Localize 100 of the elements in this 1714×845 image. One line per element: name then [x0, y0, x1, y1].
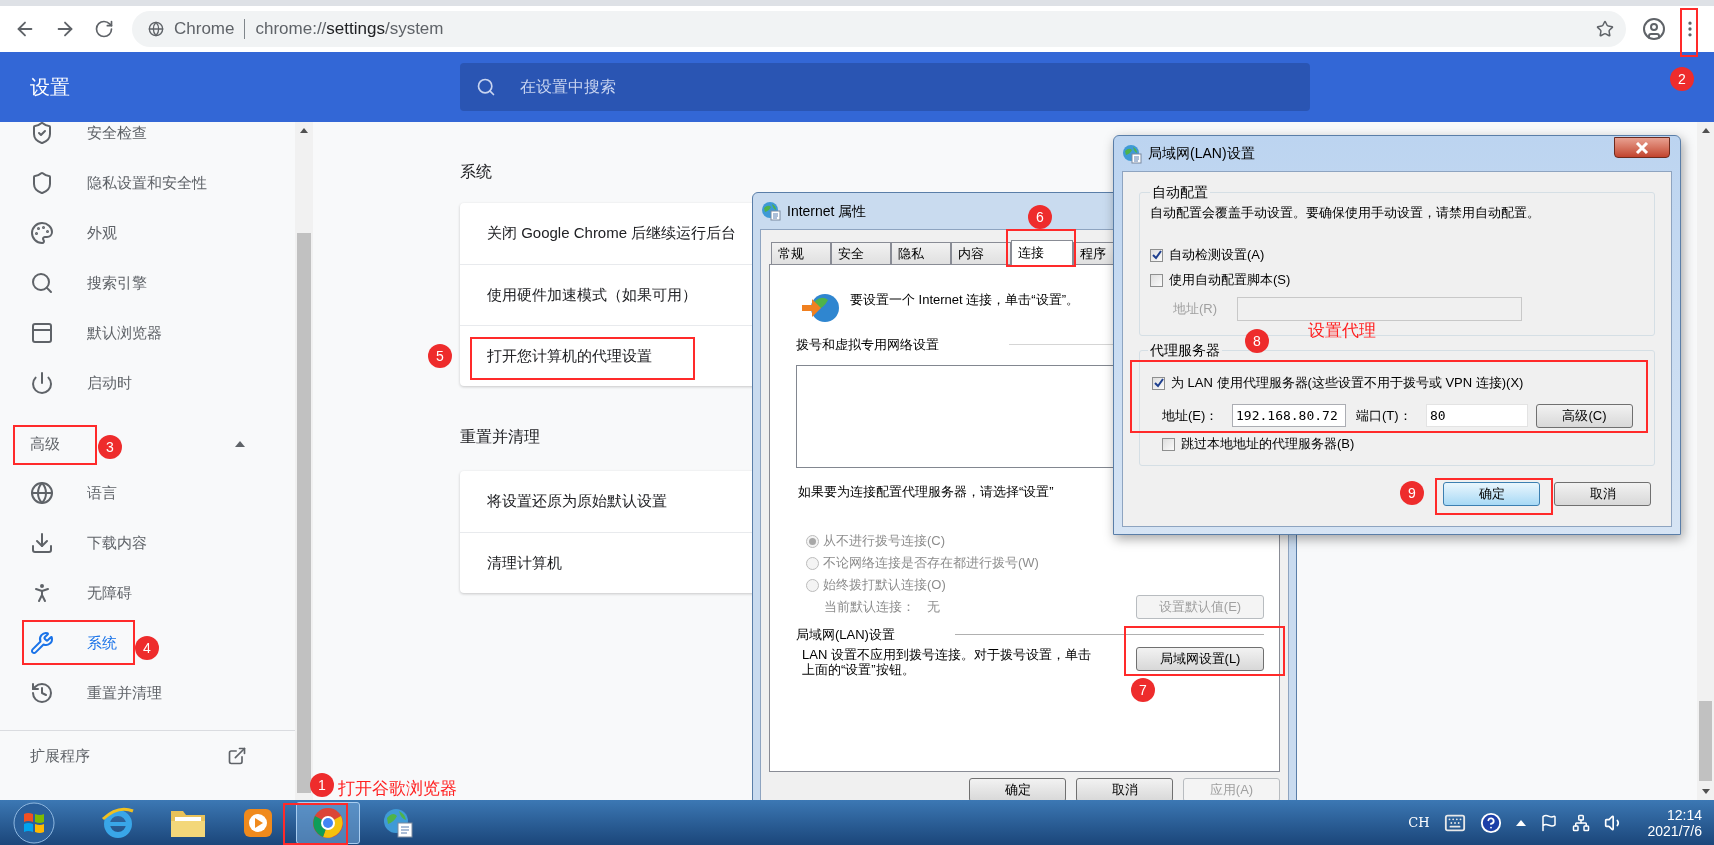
sidebar-item[interactable]: 下载内容	[87, 531, 147, 555]
sidebar-item-icon	[30, 531, 54, 555]
section-heading: 系统	[460, 162, 492, 182]
sidebar-item[interactable]: 默认浏览器	[87, 321, 162, 345]
advanced-button[interactable]: 高级(C)	[1536, 403, 1633, 428]
clock-time: 12:14	[1666, 806, 1702, 823]
checkbox-label: 自动检测设置(A)	[1169, 246, 1265, 265]
annotation-note: 打开谷歌浏览器	[338, 778, 457, 800]
tray-expand-icon[interactable]	[1515, 819, 1526, 826]
checkbox[interactable]	[1162, 437, 1175, 451]
scrollbar-thumb[interactable]	[1699, 701, 1712, 781]
settings-row-label[interactable]: 打开您计算机的代理设置	[487, 344, 652, 368]
start-button-icon[interactable]	[12, 800, 56, 845]
extensions-link[interactable]: 扩展程序	[30, 744, 227, 768]
browser-icon	[311, 805, 345, 840]
settings-row-label[interactable]: 清理计算机	[487, 551, 562, 575]
sidebar-item-icon	[30, 171, 54, 195]
radio-label: 从不进行拨号连接(C)	[823, 532, 946, 551]
sidebar-item[interactable]: 搜索引擎	[87, 271, 147, 295]
section-heading: 重置并清理	[460, 427, 540, 447]
advanced-toggle[interactable]: 高级	[30, 432, 60, 456]
taskbar-button[interactable]	[296, 801, 360, 844]
sidebar-item[interactable]: 安全检查	[87, 122, 147, 145]
profile-icon[interactable]	[1642, 17, 1666, 41]
url-text: chrome://settings/system	[255, 18, 444, 41]
site-icon	[148, 21, 164, 37]
description-text: 自动配置会覆盖手动设置。要确保使用手动设置，请禁用自动配置。	[1150, 204, 1541, 222]
lan-note-text: LAN 设置不应用到拨号连接。对于拨号设置，单击上面的“设置”按钮。	[802, 646, 1092, 677]
globe-arrow-icon	[802, 291, 840, 325]
proxy-hint-text: 如果要为连接配置代理服务器，请选择“设置”	[798, 482, 1055, 501]
checkbox[interactable]	[1150, 248, 1163, 262]
dialog-button[interactable]: 取消	[1076, 778, 1173, 802]
settings-row-label[interactable]: 将设置还原为原始默认设置	[487, 490, 667, 513]
settings-title: 设置	[29, 75, 71, 100]
lan-settings-button[interactable]: 局域网设置(L)	[1136, 646, 1264, 671]
dialog-icon	[761, 201, 781, 221]
site-name: Chrome	[174, 18, 235, 41]
close-icon	[1635, 141, 1649, 154]
settings-row-label[interactable]: 使用硬件加速模式（如果可用）	[487, 283, 697, 307]
external-link-icon[interactable]	[227, 746, 247, 766]
dialog-button[interactable]: 取消	[1554, 481, 1651, 506]
dialog-tab[interactable]: 安全	[831, 242, 891, 264]
address-bar[interactable]: Chrome chrome://settings/system	[132, 11, 1626, 47]
default-connection-label: 当前默认连接：	[824, 598, 915, 617]
scroll-up-arrow-icon[interactable]	[1701, 128, 1710, 133]
network-icon[interactable]	[1571, 813, 1590, 832]
sidebar-item-icon	[30, 371, 54, 395]
annotation-note: 设置代理	[1308, 320, 1376, 342]
scroll-up-arrow-icon[interactable]	[300, 128, 308, 133]
dialog-icon	[1122, 143, 1142, 164]
field-label: 端口(T)：	[1356, 406, 1413, 425]
dialog-tab[interactable]: 连接	[1011, 240, 1073, 265]
checkbox[interactable]	[1152, 376, 1165, 390]
settings-row-label[interactable]: 关闭 Google Chrome 后继续运行后台	[487, 222, 737, 245]
radio-label: 始终拨打默认连接(O)	[823, 576, 946, 595]
search-icon	[476, 77, 496, 97]
dialog-tab[interactable]: 常规	[771, 242, 831, 264]
sidebar-item-icon	[30, 321, 54, 345]
dialog-button[interactable]: 确定	[969, 778, 1066, 802]
checkbox-label: 跳过本地地址的代理服务器(B)	[1181, 435, 1355, 454]
dialog-title: Internet 属性	[787, 201, 867, 221]
sidebar-item-icon	[30, 221, 54, 245]
page-scrollbar[interactable]	[1697, 122, 1714, 800]
group-label: 自动配置	[1151, 183, 1209, 202]
dialog-button[interactable]: 确定	[1443, 481, 1540, 506]
sidebar-item-icon	[30, 481, 54, 505]
sidebar-item[interactable]: 无障碍	[87, 581, 132, 605]
checkbox-label: 使用自动配置脚本(S)	[1169, 271, 1291, 290]
bookmark-star-icon[interactable]	[1596, 20, 1614, 38]
close-button[interactable]	[1614, 137, 1670, 158]
highlight-frame	[1006, 229, 1076, 267]
help-icon[interactable]	[1479, 811, 1502, 834]
language-indicator[interactable]: CH	[1408, 812, 1430, 833]
collapse-caret-icon[interactable]	[235, 441, 245, 447]
sidebar-item[interactable]: 重置并清理	[87, 681, 162, 705]
dialog-tab[interactable]: 内容	[951, 242, 1011, 264]
checkbox[interactable]	[1150, 273, 1163, 287]
sidebar-item[interactable]: 隐私设置和安全性	[87, 171, 207, 195]
sidebar-item[interactable]: 系统	[87, 631, 117, 655]
checkbox-label: 为 LAN 使用代理服务器(这些设置不用于拨号或 VPN 连接)(X)	[1171, 374, 1524, 393]
radio-label: 不论网络连接是否存在都进行拨号(W)	[823, 554, 1039, 573]
sidebar-scrollbar[interactable]	[295, 122, 313, 800]
flag-icon[interactable]	[1539, 813, 1558, 832]
field-label: 地址(E)：	[1162, 406, 1220, 425]
proxy-port-field[interactable]: 80	[1426, 404, 1528, 427]
sidebar-item[interactable]: 启动时	[87, 371, 132, 395]
search-bar[interactable]: 在设置中搜索	[460, 63, 1310, 111]
clock-date: 2021/7/6	[1647, 822, 1702, 839]
highlight-frame	[1680, 8, 1698, 57]
sidebar-item[interactable]: 语言	[87, 481, 117, 505]
dialog-tab[interactable]: 隐私	[891, 242, 951, 264]
sidebar-item-icon	[30, 631, 54, 655]
proxy-address-field[interactable]: 192.168.80.72	[1232, 404, 1346, 427]
search-field[interactable]: 在设置中搜索	[520, 75, 1020, 99]
sidebar-item[interactable]: 外观	[87, 221, 117, 245]
scroll-down-arrow-icon[interactable]	[1701, 789, 1710, 794]
reload-icon[interactable]	[94, 19, 114, 39]
default-connection-value: 无	[927, 598, 940, 617]
scrollbar-thumb[interactable]	[297, 233, 311, 793]
section-label: 局域网(LAN)设置	[796, 626, 895, 644]
